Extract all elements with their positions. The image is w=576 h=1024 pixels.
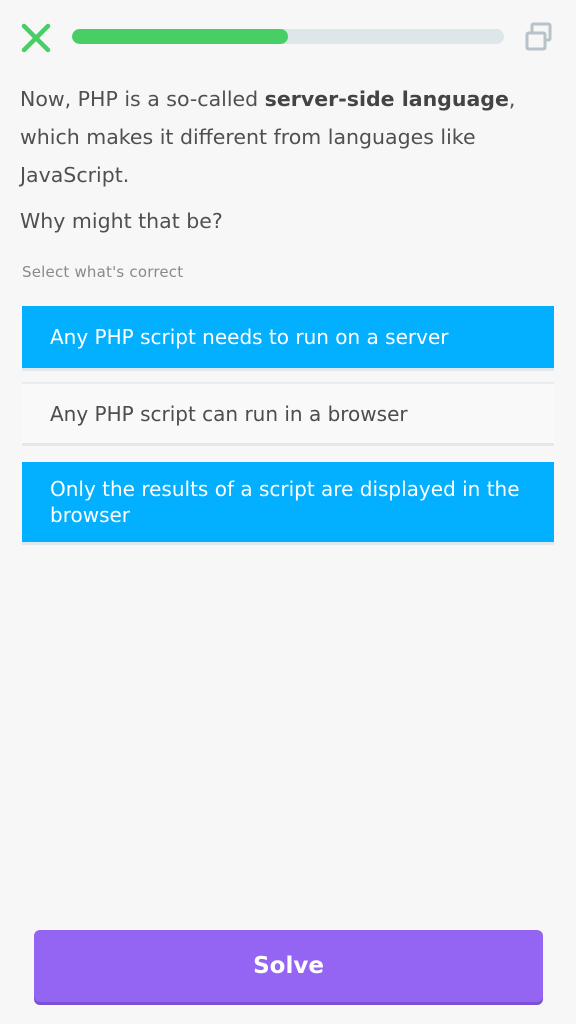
answer-option-label: Only the results of a script are display…: [50, 477, 520, 527]
answer-option-label: Any PHP script needs to run on a server: [50, 325, 449, 349]
answer-option-label: Any PHP script can run in a browser: [50, 401, 408, 426]
solve-button[interactable]: Solve: [34, 930, 543, 1002]
quiz-screen: Now, PHP is a so-called server-side lang…: [0, 0, 576, 1024]
top-bar: [0, 0, 576, 76]
progress-bar: [72, 29, 504, 44]
answer-option-3[interactable]: Only the results of a script are display…: [22, 462, 554, 542]
answer-option-1[interactable]: Any PHP script needs to run on a server: [22, 306, 554, 368]
question-text: Now, PHP is a so-called server-side lang…: [20, 80, 540, 240]
copy-share-icon: [525, 22, 552, 51]
close-x-icon: [21, 23, 51, 53]
progress-bar-fill: [72, 29, 288, 44]
share-button[interactable]: [522, 20, 556, 54]
answer-option-2[interactable]: Any PHP script can run in a browser: [22, 382, 554, 446]
question-intro-text: Now, PHP is a so-called: [20, 87, 265, 111]
question-intro-bold: server-side language: [264, 87, 509, 111]
question-intro: Now, PHP is a so-called server-side lang…: [20, 80, 540, 194]
selection-hint: Select what's correct: [22, 263, 184, 281]
close-button[interactable]: [18, 20, 54, 56]
question-prompt: Why might that be?: [20, 209, 223, 233]
